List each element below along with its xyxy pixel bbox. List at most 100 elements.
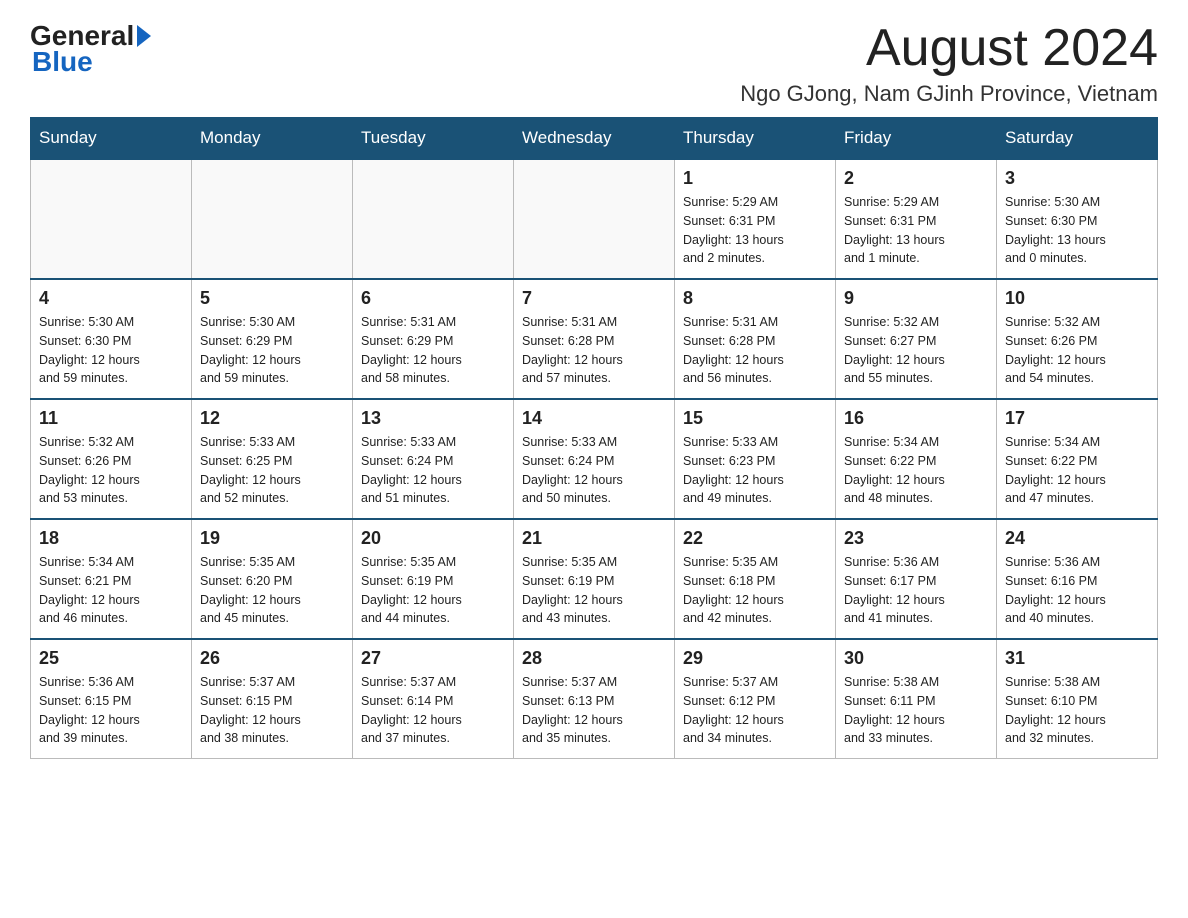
week-row-1: 1 Sunrise: 5:29 AM Sunset: 6:31 PM Daylig… (31, 159, 1158, 279)
calendar-cell-0-4: 1Sunrise: 5:29 AM Sunset: 6:31 PM Daylig… (675, 159, 836, 279)
calendar-cell-0-3 (514, 159, 675, 279)
calendar-cell-4-5: 30Sunrise: 5:38 AM Sunset: 6:11 PM Dayli… (836, 639, 997, 759)
calendar-cell-4-2: 27 Sunrise: 5:37 AM Sunset: 6:14 PM Dayli… (353, 639, 514, 759)
calendar-cell-4-6: 31 Sunrise: 5:38 AM Sunset: 6:10 PM Dayli… (997, 639, 1158, 759)
header-monday: Monday (192, 118, 353, 160)
day-info-8: Sunrise: 5:31 AM Sunset: 6:28 PM Dayligh… (683, 313, 827, 388)
calendar-cell-4-1: 26 Sunrise: 5:37 AM Sunset: 6:15 PM Dayli… (192, 639, 353, 759)
calendar-cell-0-1 (192, 159, 353, 279)
day-info-29: Sunrise: 5:37 AM Sunset: 6:12 PM Dayligh… (683, 673, 827, 748)
day-info-20: Sunrise: 5:35 AM Sunset: 6:19 PM Dayligh… (361, 553, 505, 628)
day-number-8: 8 (683, 288, 827, 309)
day-info-24: Sunrise: 5:36 AM Sunset: 6:16 PM Dayligh… (1005, 553, 1149, 628)
day-number-2: 2 (844, 168, 988, 189)
day-number-4: 4 (39, 288, 183, 309)
title-area: August 2024 Ngo GJong, Nam GJinh Provinc… (740, 20, 1158, 107)
day-info-23: Sunrise: 5:36 AM Sunset: 6:17 PM Dayligh… (844, 553, 988, 628)
day-number-6: 6 (361, 288, 505, 309)
header: General Blue August 2024 Ngo GJong, Nam … (30, 20, 1158, 107)
day-info-31: Sunrise: 5:38 AM Sunset: 6:10 PM Dayligh… (1005, 673, 1149, 748)
logo-blue-text: Blue (32, 46, 93, 78)
calendar-cell-2-0: 11Sunrise: 5:32 AM Sunset: 6:26 PM Dayli… (31, 399, 192, 519)
day-number-7: 7 (522, 288, 666, 309)
calendar-header-row: SundayMondayTuesdayWednesdayThursdayFrid… (31, 118, 1158, 160)
day-number-1: 1 (683, 168, 827, 189)
day-number-27: 27 (361, 648, 505, 669)
day-info-12: Sunrise: 5:33 AM Sunset: 6:25 PM Dayligh… (200, 433, 344, 508)
calendar-cell-1-6: 10Sunrise: 5:32 AM Sunset: 6:26 PM Dayli… (997, 279, 1158, 399)
calendar-cell-2-4: 15 Sunrise: 5:33 AM Sunset: 6:23 PM Dayli… (675, 399, 836, 519)
calendar-cell-3-0: 18Sunrise: 5:34 AM Sunset: 6:21 PM Dayli… (31, 519, 192, 639)
day-number-3: 3 (1005, 168, 1149, 189)
day-info-30: Sunrise: 5:38 AM Sunset: 6:11 PM Dayligh… (844, 673, 988, 748)
day-info-15: Sunrise: 5:33 AM Sunset: 6:23 PM Dayligh… (683, 433, 827, 508)
calendar-cell-3-6: 24 Sunrise: 5:36 AM Sunset: 6:16 PM Dayli… (997, 519, 1158, 639)
day-info-3: Sunrise: 5:30 AM Sunset: 6:30 PM Dayligh… (1005, 193, 1149, 268)
day-info-18: Sunrise: 5:34 AM Sunset: 6:21 PM Dayligh… (39, 553, 183, 628)
day-info-5: Sunrise: 5:30 AM Sunset: 6:29 PM Dayligh… (200, 313, 344, 388)
calendar-cell-1-3: 7 Sunrise: 5:31 AM Sunset: 6:28 PM Daylig… (514, 279, 675, 399)
week-row-2: 4 Sunrise: 5:30 AM Sunset: 6:30 PM Daylig… (31, 279, 1158, 399)
week-row-5: 25 Sunrise: 5:36 AM Sunset: 6:15 PM Dayli… (31, 639, 1158, 759)
day-number-12: 12 (200, 408, 344, 429)
day-number-15: 15 (683, 408, 827, 429)
day-number-28: 28 (522, 648, 666, 669)
day-info-21: Sunrise: 5:35 AM Sunset: 6:19 PM Dayligh… (522, 553, 666, 628)
day-info-7: Sunrise: 5:31 AM Sunset: 6:28 PM Dayligh… (522, 313, 666, 388)
day-info-14: Sunrise: 5:33 AM Sunset: 6:24 PM Dayligh… (522, 433, 666, 508)
calendar-cell-0-2 (353, 159, 514, 279)
calendar-cell-2-2: 13Sunrise: 5:33 AM Sunset: 6:24 PM Dayli… (353, 399, 514, 519)
header-tuesday: Tuesday (353, 118, 514, 160)
logo-triangle-icon (137, 25, 151, 47)
day-info-28: Sunrise: 5:37 AM Sunset: 6:13 PM Dayligh… (522, 673, 666, 748)
day-number-22: 22 (683, 528, 827, 549)
calendar-cell-4-3: 28 Sunrise: 5:37 AM Sunset: 6:13 PM Dayli… (514, 639, 675, 759)
day-number-5: 5 (200, 288, 344, 309)
calendar-cell-0-0 (31, 159, 192, 279)
day-info-4: Sunrise: 5:30 AM Sunset: 6:30 PM Dayligh… (39, 313, 183, 388)
page-subtitle: Ngo GJong, Nam GJinh Province, Vietnam (740, 81, 1158, 107)
day-info-25: Sunrise: 5:36 AM Sunset: 6:15 PM Dayligh… (39, 673, 183, 748)
calendar-cell-0-5: 2 Sunrise: 5:29 AM Sunset: 6:31 PM Daylig… (836, 159, 997, 279)
day-info-13: Sunrise: 5:33 AM Sunset: 6:24 PM Dayligh… (361, 433, 505, 508)
day-info-27: Sunrise: 5:37 AM Sunset: 6:14 PM Dayligh… (361, 673, 505, 748)
calendar-table: SundayMondayTuesdayWednesdayThursdayFrid… (30, 117, 1158, 759)
day-number-26: 26 (200, 648, 344, 669)
logo: General Blue (30, 20, 151, 78)
calendar-cell-4-4: 29 Sunrise: 5:37 AM Sunset: 6:12 PM Dayli… (675, 639, 836, 759)
calendar-cell-1-5: 9Sunrise: 5:32 AM Sunset: 6:27 PM Daylig… (836, 279, 997, 399)
day-number-29: 29 (683, 648, 827, 669)
day-number-25: 25 (39, 648, 183, 669)
day-number-16: 16 (844, 408, 988, 429)
day-info-6: Sunrise: 5:31 AM Sunset: 6:29 PM Dayligh… (361, 313, 505, 388)
calendar-cell-1-1: 5 Sunrise: 5:30 AM Sunset: 6:29 PM Daylig… (192, 279, 353, 399)
day-number-21: 21 (522, 528, 666, 549)
header-sunday: Sunday (31, 118, 192, 160)
day-info-22: Sunrise: 5:35 AM Sunset: 6:18 PM Dayligh… (683, 553, 827, 628)
day-number-19: 19 (200, 528, 344, 549)
calendar-cell-3-3: 21 Sunrise: 5:35 AM Sunset: 6:19 PM Dayli… (514, 519, 675, 639)
day-info-17: Sunrise: 5:34 AM Sunset: 6:22 PM Dayligh… (1005, 433, 1149, 508)
calendar-cell-2-5: 16 Sunrise: 5:34 AM Sunset: 6:22 PM Dayli… (836, 399, 997, 519)
day-info-26: Sunrise: 5:37 AM Sunset: 6:15 PM Dayligh… (200, 673, 344, 748)
header-thursday: Thursday (675, 118, 836, 160)
day-number-20: 20 (361, 528, 505, 549)
page-title: August 2024 (740, 20, 1158, 77)
day-info-16: Sunrise: 5:34 AM Sunset: 6:22 PM Dayligh… (844, 433, 988, 508)
week-row-3: 11Sunrise: 5:32 AM Sunset: 6:26 PM Dayli… (31, 399, 1158, 519)
day-number-14: 14 (522, 408, 666, 429)
day-number-9: 9 (844, 288, 988, 309)
day-number-24: 24 (1005, 528, 1149, 549)
calendar-cell-1-2: 6 Sunrise: 5:31 AM Sunset: 6:29 PM Daylig… (353, 279, 514, 399)
calendar-cell-0-6: 3 Sunrise: 5:30 AM Sunset: 6:30 PM Daylig… (997, 159, 1158, 279)
day-info-2: Sunrise: 5:29 AM Sunset: 6:31 PM Dayligh… (844, 193, 988, 268)
calendar-cell-2-1: 12 Sunrise: 5:33 AM Sunset: 6:25 PM Dayli… (192, 399, 353, 519)
calendar-cell-2-3: 14 Sunrise: 5:33 AM Sunset: 6:24 PM Dayli… (514, 399, 675, 519)
calendar-cell-1-0: 4 Sunrise: 5:30 AM Sunset: 6:30 PM Daylig… (31, 279, 192, 399)
day-number-23: 23 (844, 528, 988, 549)
calendar-cell-1-4: 8 Sunrise: 5:31 AM Sunset: 6:28 PM Daylig… (675, 279, 836, 399)
calendar-cell-2-6: 17Sunrise: 5:34 AM Sunset: 6:22 PM Dayli… (997, 399, 1158, 519)
calendar-cell-3-1: 19Sunrise: 5:35 AM Sunset: 6:20 PM Dayli… (192, 519, 353, 639)
day-number-31: 31 (1005, 648, 1149, 669)
day-number-11: 11 (39, 408, 183, 429)
